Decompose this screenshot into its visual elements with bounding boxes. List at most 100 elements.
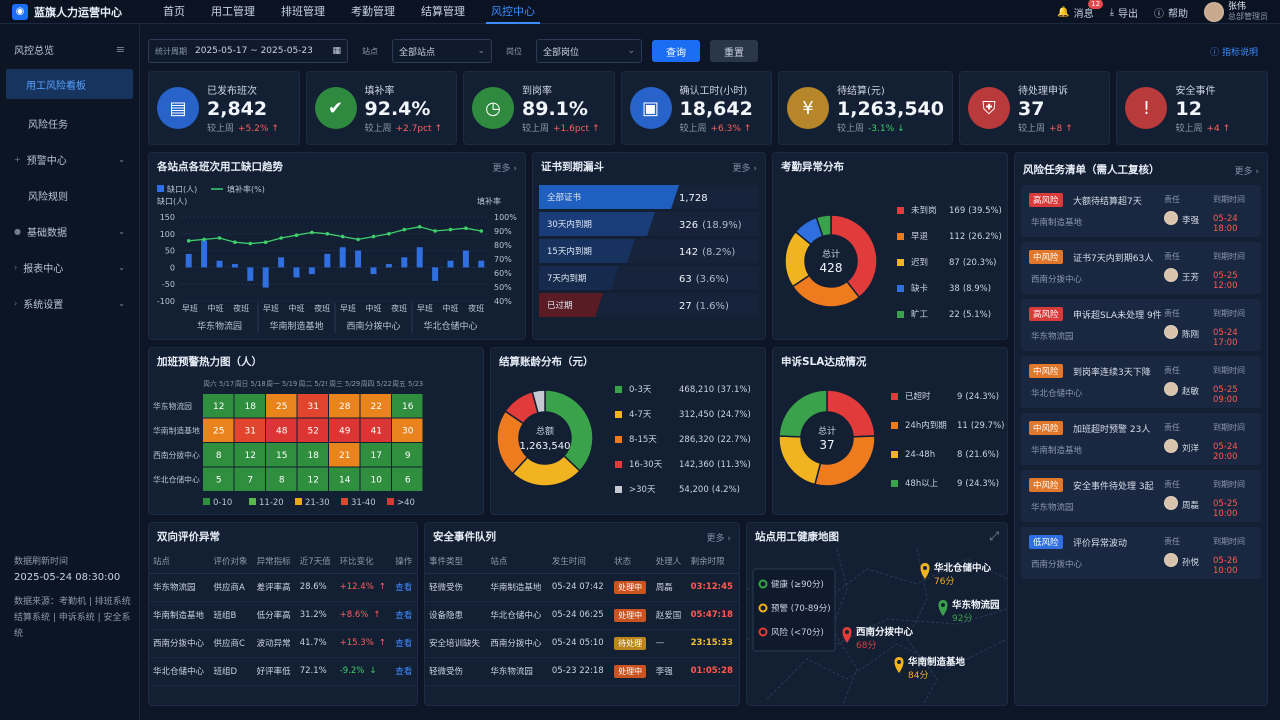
avatar (1164, 211, 1178, 225)
panel-title: 申诉SLA达成情况 (781, 355, 867, 368)
legend-label: 预警 (70-89分) (771, 603, 831, 614)
post-select[interactable]: 全部岗位 ⌄ (536, 39, 642, 63)
risk-task-card[interactable]: 中风险 加班超时预警 23人 华南制造基地 责任 到期时间 刘洋 05-24 20:00 (1021, 413, 1261, 465)
risk-task-card[interactable]: 高风险 大额待结算超7天 华南制造基地 责任 到期时间 李强 05-24 18:00 (1021, 185, 1261, 237)
map-boundary (831, 549, 858, 705)
cell-time-left: 23:15:33 (686, 629, 739, 658)
nav-employment[interactable]: 用工管理 (198, 0, 268, 24)
table-row[interactable]: 华北仓储中心 班组D 好评率低 72.1% -9.2% ↓ 查看 (149, 657, 417, 686)
attendance-donut-chart: 总计428 未到岗 169 (39.5%) 早退 112 (26.2%) 迟到 87 (20.3%… (784, 205, 1002, 320)
nav-scheduling[interactable]: 排班管理 (268, 0, 338, 24)
risk-task-card[interactable]: 中风险 安全事件待处理 3起 华东物流园 责任 到期时间 周磊 05-25 10:00 (1021, 470, 1261, 522)
bar (278, 257, 285, 268)
sidebar-item-reports[interactable]: › 报表中心 ⌄ (0, 249, 139, 285)
nav-risk-center[interactable]: 风控中心 (478, 0, 548, 24)
table-row[interactable]: 轻微受伤 华南制造基地 05-24 07:42 处理中 周磊 03:12:45 (425, 573, 739, 602)
metric-help-link[interactable]: ⓘ 指标说明 (1210, 45, 1258, 58)
kpi-title: 已发布班次 (207, 86, 257, 97)
y-tick-label: 0 (170, 263, 175, 272)
view-link[interactable]: 查看 (391, 629, 417, 658)
view-link[interactable]: 查看 (391, 573, 417, 602)
messages-button[interactable]: 🔔 消息 12 (1057, 0, 1104, 20)
sidebar-item-settings[interactable]: › 系统设置 ⌄ (0, 285, 139, 321)
bar (432, 267, 439, 281)
sidebar-item-label: 系统设置 (23, 299, 64, 311)
cell-site: 华东物流园 (149, 573, 210, 602)
heatmap-col-label: 周四 5/22 (361, 380, 392, 388)
risk-task-card[interactable]: 中风险 到岗率连续3天下降 华北仓储中心 责任 到期时间 赵敏 05-25 09:00 (1021, 356, 1261, 408)
funnel-count: 27 (679, 301, 692, 312)
kpi-delta-label: 较上周 (1175, 124, 1203, 134)
kpi-card[interactable]: ◷ 到岗率 89.1% 较上周 +1.6pct ↑ (463, 71, 615, 145)
more-link[interactable]: 更多 › (493, 161, 517, 174)
kpi-card[interactable]: ⛨ 待处理申诉 37 较上周 +8 ↑ (958, 71, 1111, 145)
chevron-down-icon: ⌄ (118, 154, 125, 164)
risk-level-badge: 高风险 (1029, 307, 1063, 321)
period-picker[interactable]: 统计周期 2025-05-17 ~ 2025-05-23 ▦ (148, 39, 348, 63)
nav-attendance[interactable]: 考勤管理 (338, 0, 408, 24)
legend-swatch (891, 451, 898, 458)
export-button[interactable]: ⤓ 导出 (1110, 5, 1138, 20)
chevron-down-icon: ⌄ (118, 262, 125, 272)
kpi-card[interactable]: ▤ 已发布班次 2,842 较上周 +5.2% ↑ (148, 71, 300, 145)
sidebar-item-risk-tasks[interactable]: 风险任务 (0, 105, 139, 141)
more-link[interactable]: 更多 › (733, 161, 757, 174)
nav-home[interactable]: 首页 (150, 0, 198, 24)
table-row[interactable]: 华南制造基地 班组B 低分率高 31.2% +8.6% ↑ 查看 (149, 601, 417, 630)
table-row[interactable]: 安全培训缺失 西南分拨中心 05-24 05:10 待处理 —23:15:33 (425, 629, 739, 658)
sidebar-item-overview[interactable]: 风控总览 ≡ (0, 29, 139, 69)
gap-trend-panel: 各站点各班次用工缺口趋势 更多 › 缺口(人) 填补率(%) 缺口(人) 填补率 150… (148, 152, 526, 340)
table-row[interactable]: 轻微受伤 华东物流园 05-23 22:18 处理中 李强 01:05:28 (425, 657, 739, 686)
cell-change: -9.2% ↓ (335, 657, 392, 686)
location-pin-icon (938, 600, 948, 616)
risk-task-card[interactable]: 中风险 证书7天内到期63人 西南分拨中心 责任 到期时间 王芳 05-25 12:00 (1021, 242, 1261, 294)
help-button[interactable]: ⓘ 帮助 (1154, 5, 1188, 20)
kpi-delta-label: 较上周 (679, 124, 707, 134)
expand-icon[interactable]: ⤢ (989, 529, 999, 544)
table-row[interactable]: 西南分拨中心 供应商C 波动异常 41.7% +15.3% ↑ 查看 (149, 629, 417, 658)
kpi-card[interactable]: ▣ 确认工时(小时) 18,642 较上周 +6.3% ↑ (620, 71, 772, 145)
cell-metric: 波动异常 (252, 629, 296, 658)
chevron-down-icon: ⌄ (118, 226, 125, 236)
settlement-donut-chart: 总额 1,263,540 0-3天 468,210 (37.1%) 4-7天 312,450… (496, 385, 751, 495)
query-button[interactable]: 查询 (652, 40, 700, 62)
reset-button[interactable]: 重置 (710, 40, 758, 62)
legend-label: 迟到 (911, 258, 928, 268)
site-label: 站点 (362, 46, 378, 56)
user-menu[interactable]: 张伟 总部管理员 (1204, 2, 1268, 22)
column-header: 环比变化 (335, 549, 392, 574)
kpi-card[interactable]: ! 安全事件 12 较上周 +4 ↑ (1116, 71, 1268, 145)
kpi-card[interactable]: ✔ 填补率 92.4% 较上周 +2.7pct ↑ (305, 71, 457, 145)
heatmap-cell-value: 8 (216, 451, 222, 461)
cell-site: 华南制造基地 (486, 573, 548, 602)
kpi-delta-row: 较上周 +6.3% ↑ (680, 121, 753, 134)
more-link[interactable]: 更多 › (1235, 164, 1259, 177)
pin-dot (897, 660, 901, 664)
more-link[interactable]: 更多 › (707, 531, 731, 544)
risk-task-card[interactable]: 高风险 申诉超SLA未处理 9件 华东物流园 责任 到期时间 陈刚 05-24 17:00 (1021, 299, 1261, 351)
plus-icon: + (14, 154, 21, 164)
funnel-label: 15天内到期 (547, 246, 592, 257)
site-select[interactable]: 全部站点 ⌄ (392, 39, 492, 63)
line-point (310, 230, 314, 235)
view-link[interactable]: 查看 (391, 601, 417, 630)
menu-icon[interactable]: ≡ (116, 43, 125, 56)
table-row[interactable]: 设备隐患 华北仓储中心 05-24 06:25 处理中 赵爱国 05:47:18 (425, 601, 739, 630)
deadline-label: 到期时间 (1213, 195, 1245, 204)
sidebar-item-rules[interactable]: 风险规则 (0, 177, 139, 213)
sidebar-item-alerts[interactable]: + 预警中心 ⌄ (0, 141, 139, 177)
nav-settlement[interactable]: 结算管理 (408, 0, 478, 24)
legend-swatch (897, 285, 904, 292)
sidebar-item-risk-board[interactable]: 用工风险看板 (6, 69, 133, 99)
kpi-card[interactable]: ¥ 待结算(元) 1,263,540 较上周 -3.1% ↓ (778, 71, 953, 145)
sidebar-item-base-data[interactable]: ● 基础数据 ⌄ (0, 213, 139, 249)
x-tick-label: 中班 (208, 303, 224, 313)
owner-label: 责任 (1164, 537, 1180, 546)
calendar-icon: ▤ (157, 87, 199, 129)
view-link[interactable]: 查看 (391, 657, 417, 686)
app-logo[interactable]: ◉ 蓝旗人力运营中心 (0, 3, 150, 20)
risk-task-card[interactable]: 低风险 评价异常波动 西南分拨中心 责任 到期时间 孙悦 05-26 10:00 (1021, 527, 1261, 579)
line-point (263, 240, 268, 244)
table-row[interactable]: 华东物流园 供应商A 差评率高 28.6% +12.4% ↑ 查看 (149, 573, 417, 602)
doc-icon: ▣ (629, 87, 672, 129)
